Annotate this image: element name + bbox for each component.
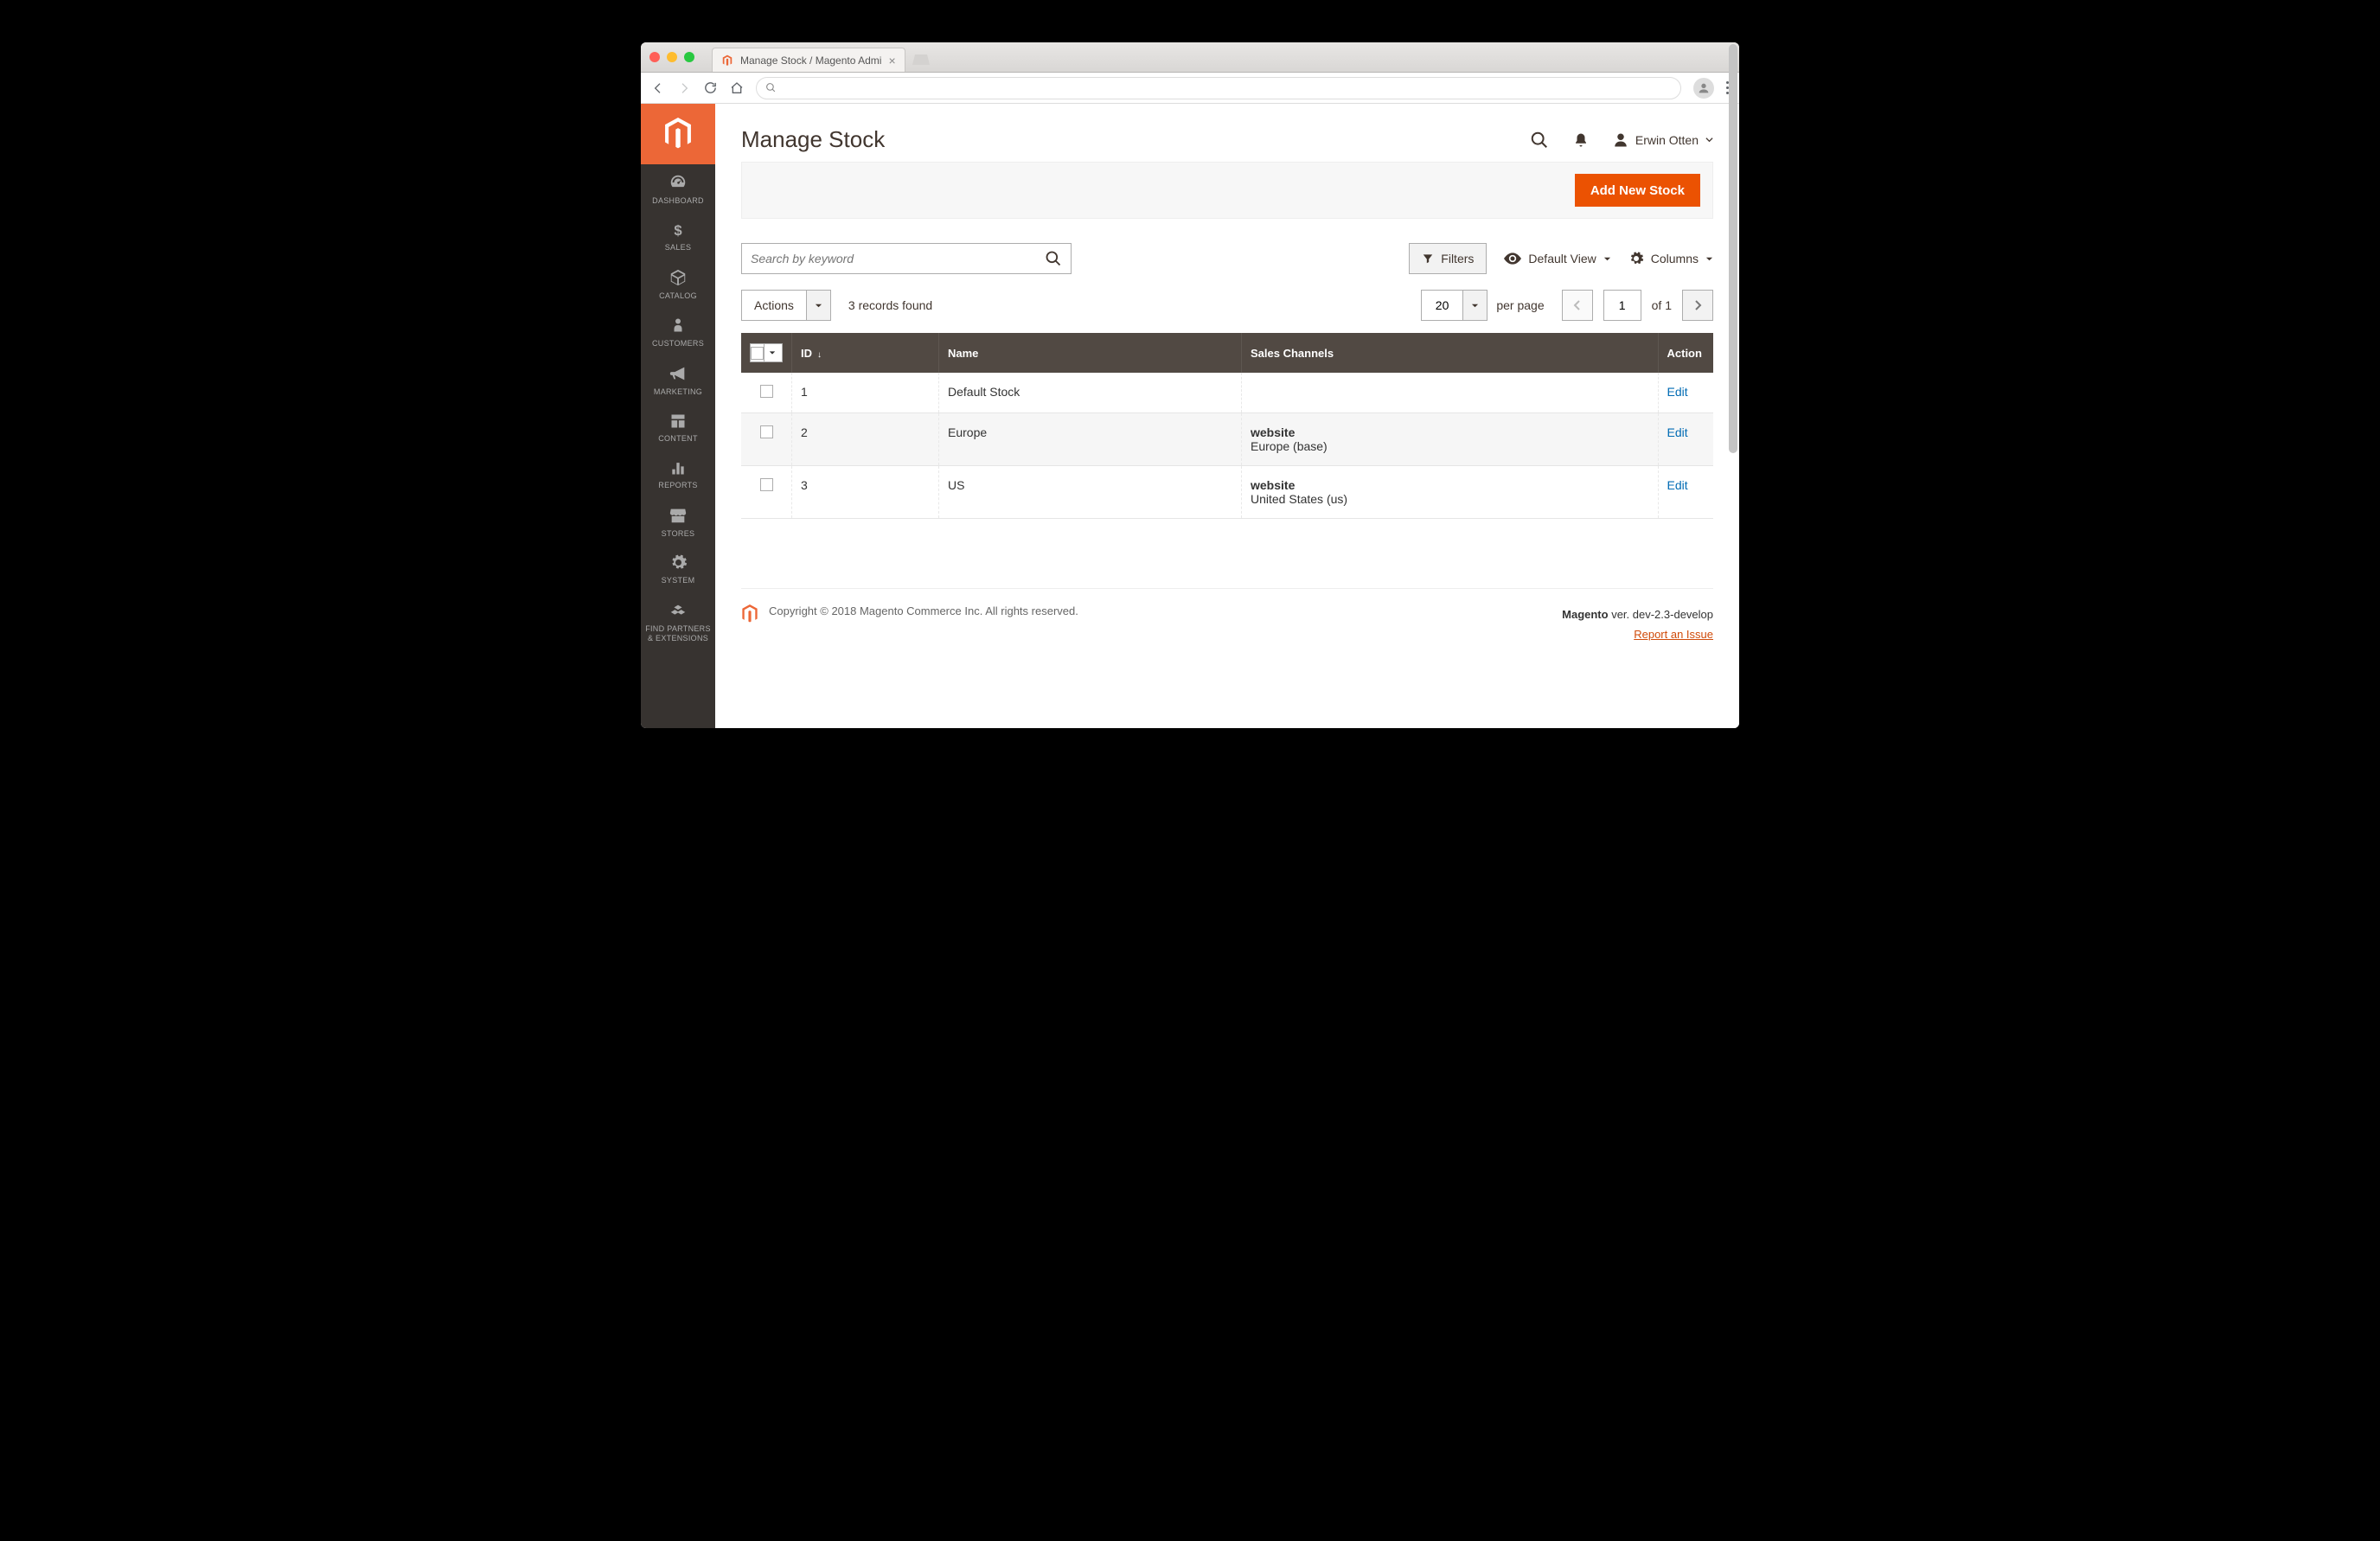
- chevron-down-icon: [1705, 255, 1713, 263]
- app-body: DASHBOARD $ SALES CATALOG CUSTOMERS MARK…: [641, 104, 1739, 728]
- columns-button[interactable]: Columns: [1628, 251, 1713, 266]
- close-window-button[interactable]: [649, 52, 660, 62]
- reload-icon[interactable]: [703, 80, 718, 95]
- column-header-channels[interactable]: Sales Channels: [1242, 333, 1659, 373]
- sidebar-item-partners[interactable]: FIND PARTNERS & EXTENSIONS: [641, 592, 715, 650]
- global-search-icon[interactable]: [1530, 131, 1549, 150]
- person-icon: [670, 316, 686, 335]
- back-icon[interactable]: [651, 81, 665, 95]
- gear-icon: [669, 553, 688, 572]
- chevron-down-icon: [1705, 136, 1713, 144]
- sidebar-item-customers[interactable]: CUSTOMERS: [641, 307, 715, 355]
- column-header-name[interactable]: Name: [939, 333, 1242, 373]
- layout-icon: [669, 412, 687, 430]
- edit-link[interactable]: Edit: [1667, 385, 1688, 399]
- minimize-window-button[interactable]: [667, 52, 677, 62]
- search-input[interactable]: [751, 252, 1038, 265]
- main-content: Manage Stock Erwin Otten Add New Stock: [715, 104, 1739, 728]
- eye-icon: [1504, 253, 1521, 265]
- search-icon[interactable]: [1045, 250, 1062, 267]
- records-count: 3 records found: [848, 298, 932, 312]
- page-of-label: of 1: [1652, 298, 1672, 312]
- row-checkbox[interactable]: [760, 425, 773, 438]
- tab-title: Manage Stock / Magento Admi: [740, 54, 881, 67]
- dashboard-icon: [669, 173, 688, 192]
- sort-desc-icon: ↓: [817, 350, 822, 360]
- row-checkbox[interactable]: [760, 478, 773, 491]
- edit-link[interactable]: Edit: [1667, 478, 1688, 492]
- page-header: Manage Stock Erwin Otten: [715, 104, 1739, 162]
- prev-page-button[interactable]: [1562, 290, 1593, 321]
- add-new-stock-button[interactable]: Add New Stock: [1575, 174, 1700, 207]
- notifications-icon[interactable]: [1573, 131, 1589, 149]
- url-bar: [641, 73, 1739, 104]
- browser-profile-icon[interactable]: [1693, 78, 1714, 99]
- traffic-lights: [649, 52, 694, 62]
- browser-window: Manage Stock / Magento Admi × DASHBOARD …: [641, 42, 1739, 728]
- per-page-dropdown[interactable]: 20: [1421, 290, 1488, 321]
- column-header-action: Action: [1658, 333, 1713, 373]
- action-bar: Add New Stock: [741, 162, 1713, 219]
- stock-table: ID↓ Name Sales Channels Action 1 Default…: [741, 333, 1713, 519]
- chevron-down-icon: [1603, 255, 1611, 263]
- blocks-icon: [669, 601, 688, 620]
- sidebar-item-catalog[interactable]: CATALOG: [641, 259, 715, 308]
- toolbar-row-1: Filters Default View Columns: [741, 243, 1713, 274]
- magento-logo-icon: [741, 604, 758, 623]
- table-row: 2 Europe websiteEurope (base) Edit: [741, 413, 1713, 466]
- edit-link[interactable]: Edit: [1667, 425, 1688, 439]
- magento-favicon-icon: [721, 54, 733, 67]
- user-menu[interactable]: Erwin Otten: [1613, 132, 1713, 148]
- user-icon: [1613, 132, 1628, 148]
- table-row: 1 Default Stock Edit: [741, 373, 1713, 413]
- bulk-actions-dropdown[interactable]: Actions: [741, 290, 831, 321]
- page-footer: Copyright © 2018 Magento Commerce Inc. A…: [741, 588, 1713, 661]
- next-page-button[interactable]: [1682, 290, 1713, 321]
- megaphone-icon: [669, 364, 688, 383]
- browser-tab[interactable]: Manage Stock / Magento Admi ×: [712, 48, 905, 72]
- new-tab-button[interactable]: [911, 49, 931, 70]
- sidebar-item-stores[interactable]: STORES: [641, 497, 715, 546]
- sidebar-item-sales[interactable]: $ SALES: [641, 213, 715, 259]
- search-icon: [765, 82, 777, 93]
- select-all-checkbox[interactable]: [750, 343, 783, 362]
- magento-logo[interactable]: [641, 104, 715, 164]
- copyright-text: Copyright © 2018 Magento Commerce Inc. A…: [769, 604, 1078, 617]
- home-icon[interactable]: [730, 81, 744, 95]
- chevron-down-icon: [806, 291, 830, 320]
- maximize-window-button[interactable]: [684, 52, 694, 62]
- dollar-icon: $: [669, 221, 687, 239]
- sidebar-item-content[interactable]: CONTENT: [641, 404, 715, 451]
- sidebar-item-dashboard[interactable]: DASHBOARD: [641, 164, 715, 213]
- table-row: 3 US websiteUnited States (us) Edit: [741, 466, 1713, 519]
- chevron-down-icon: [1462, 291, 1487, 320]
- search-box[interactable]: [741, 243, 1072, 274]
- address-input[interactable]: [756, 77, 1681, 99]
- scrollbar-thumb[interactable]: [1729, 104, 1737, 453]
- page-title: Manage Stock: [741, 126, 1530, 153]
- toolbar-row-2: Actions 3 records found 20 per page of 1: [741, 290, 1713, 321]
- page-input[interactable]: [1603, 290, 1641, 321]
- report-issue-link[interactable]: Report an Issue: [1634, 628, 1713, 641]
- pager: of 1: [1562, 290, 1713, 321]
- admin-sidebar: DASHBOARD $ SALES CATALOG CUSTOMERS MARK…: [641, 104, 715, 728]
- filters-button[interactable]: Filters: [1409, 243, 1487, 274]
- default-view-button[interactable]: Default View: [1504, 252, 1610, 265]
- storefront-icon: [669, 506, 688, 525]
- bars-icon: [669, 459, 687, 476]
- scrollbar[interactable]: [1729, 104, 1737, 726]
- forward-icon[interactable]: [677, 81, 691, 95]
- column-header-id[interactable]: ID↓: [792, 333, 939, 373]
- sidebar-item-marketing[interactable]: MARKETING: [641, 355, 715, 404]
- row-checkbox[interactable]: [760, 385, 773, 398]
- gear-icon: [1628, 251, 1644, 266]
- box-icon: [669, 268, 688, 287]
- svg-text:$: $: [674, 222, 682, 239]
- close-tab-icon[interactable]: ×: [888, 54, 895, 67]
- titlebar: Manage Stock / Magento Admi ×: [641, 42, 1739, 73]
- sidebar-item-reports[interactable]: REPORTS: [641, 451, 715, 497]
- sidebar-item-system[interactable]: SYSTEM: [641, 545, 715, 592]
- funnel-icon: [1422, 253, 1434, 265]
